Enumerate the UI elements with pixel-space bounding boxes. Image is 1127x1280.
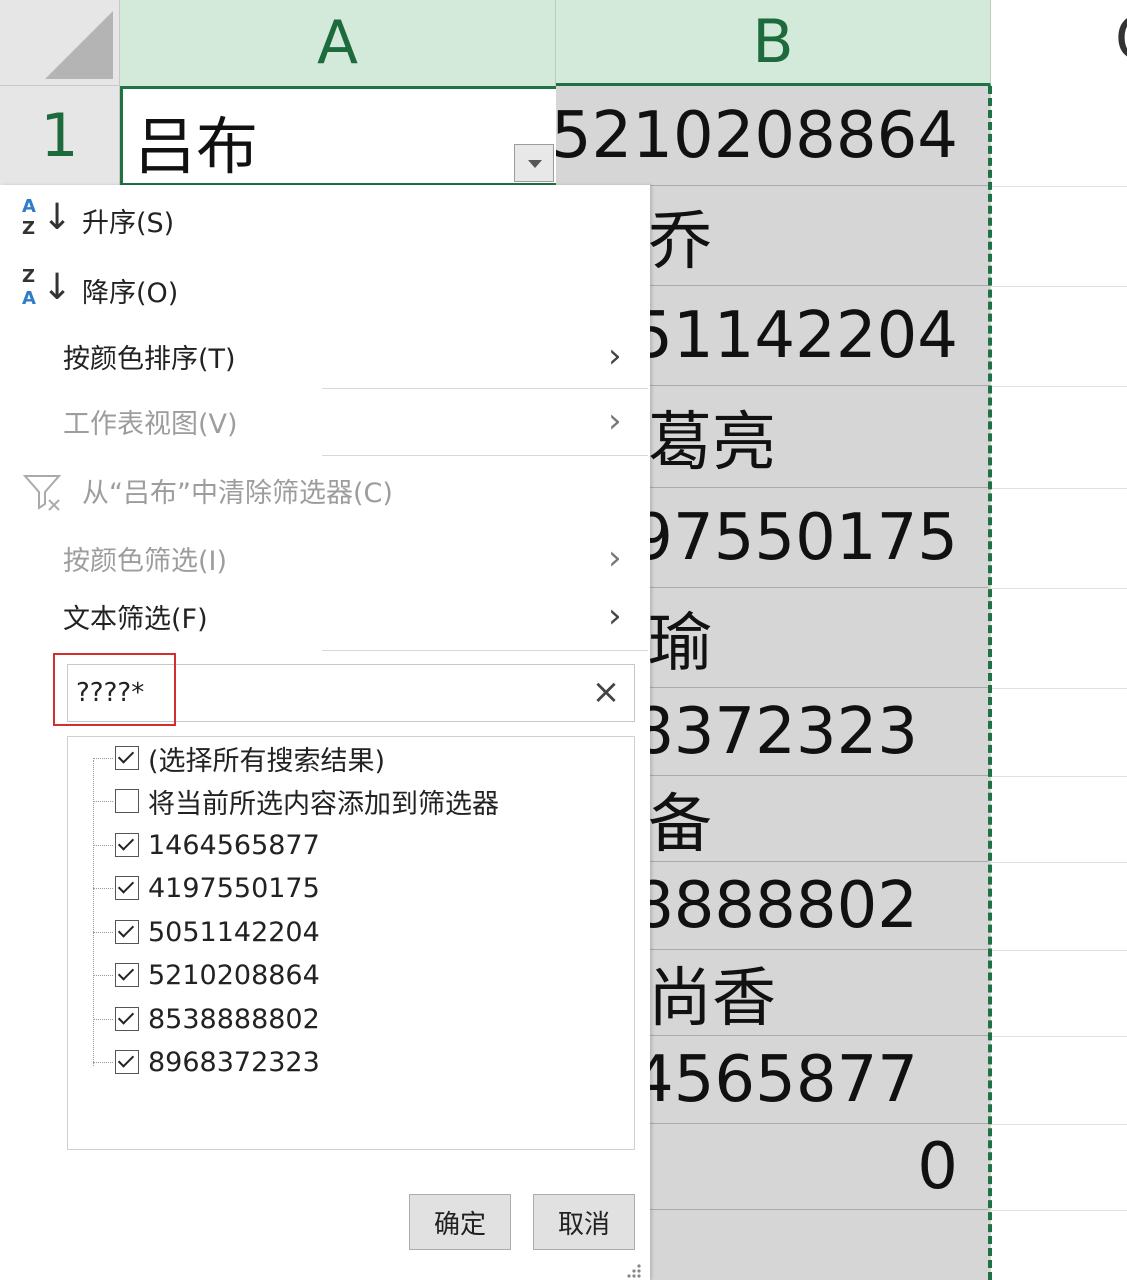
checkbox[interactable] — [115, 920, 139, 944]
list-item-label: 8538888802 — [148, 1003, 320, 1035]
list-item[interactable]: 4197550175 — [93, 868, 320, 908]
sort-ascending-icon: A Z ↓ — [22, 196, 73, 239]
list-item[interactable]: 8968372323 — [93, 1042, 320, 1082]
list-item[interactable]: 将当前所选内容添加到筛选器 — [93, 781, 499, 821]
clear-search-icon[interactable]: × — [588, 672, 624, 712]
row-header-1-label: 1 — [40, 101, 79, 171]
select-all-triangle-icon — [45, 11, 113, 79]
cancel-button[interactable]: 取消 — [533, 1194, 635, 1250]
list-item-label: 1464565877 — [148, 829, 320, 861]
menu-sort-ascending[interactable]: A Z ↓ 升序(S) — [0, 190, 650, 250]
checkbox[interactable] — [115, 963, 139, 987]
list-item-label: (选择所有搜索结果) — [148, 745, 386, 777]
menu-clear-filter: 从“吕布”中清除筛选器(C) — [0, 460, 650, 520]
column-header-b-label: B — [752, 6, 794, 77]
list-item[interactable]: 1464565877 — [93, 825, 320, 865]
menu-filter-by-color: 按颜色筛选(I) › — [0, 528, 650, 588]
checkbox[interactable] — [115, 833, 139, 857]
menu-sort-descending[interactable]: Z A ↓ 降序(O) — [0, 260, 650, 320]
sort-descending-icon: Z A ↓ — [22, 266, 73, 309]
gridline — [991, 1210, 1127, 1211]
column-header-c[interactable]: C — [991, 0, 1127, 86]
checkbox[interactable] — [115, 876, 139, 900]
filter-dropdown-button[interactable] — [514, 144, 554, 182]
annotation-highlight-box — [53, 653, 176, 726]
list-item-label: 5051142204 — [148, 916, 320, 948]
list-item[interactable]: 5051142204 — [93, 912, 320, 952]
gridline — [991, 488, 1127, 489]
menu-divider — [322, 650, 648, 651]
list-item-label: 8968372323 — [148, 1046, 320, 1078]
list-item[interactable]: (选择所有搜索结果) — [93, 738, 385, 778]
chevron-right-icon: › — [608, 401, 622, 441]
column-header-a[interactable]: A — [120, 0, 556, 86]
menu-text-filter-label: 文本筛选(F) — [63, 603, 208, 635]
list-item-label: 将当前所选内容添加到筛选器 — [148, 788, 499, 820]
menu-sheet-view: 工作表视图(V) › — [0, 391, 650, 451]
chevron-right-icon: › — [608, 596, 622, 636]
menu-clear-filter-label: 从“吕布”中清除筛选器(C) — [82, 477, 393, 509]
gridline — [991, 1036, 1127, 1037]
gridline — [991, 286, 1127, 287]
list-item-label: 4197550175 — [148, 872, 320, 904]
gridline — [991, 688, 1127, 689]
gridline — [991, 776, 1127, 777]
menu-sort-descending-label: 降序(O) — [82, 277, 179, 309]
menu-divider — [322, 388, 648, 389]
clear-filter-icon — [22, 475, 62, 511]
menu-sort-by-color-label: 按颜色排序(T) — [63, 343, 236, 375]
list-item-label: 5210208864 — [148, 959, 320, 991]
gridline — [991, 386, 1127, 387]
checkbox[interactable] — [115, 746, 139, 770]
list-item[interactable]: 5210208864 — [93, 955, 320, 995]
gridline — [991, 862, 1127, 863]
chevron-right-icon: › — [608, 538, 622, 578]
checkbox[interactable] — [115, 1007, 139, 1031]
chevron-right-icon: › — [608, 336, 622, 376]
row-header-1[interactable]: 1 — [0, 86, 120, 186]
cell-a1-value: 吕布 — [134, 110, 259, 183]
menu-sheet-view-label: 工作表视图(V) — [63, 408, 238, 440]
gridline — [991, 1124, 1127, 1125]
checkbox[interactable] — [115, 1050, 139, 1074]
resize-grip-icon[interactable] — [624, 1262, 644, 1280]
cell-b1[interactable]: 5210208864 — [556, 86, 988, 186]
menu-text-filter[interactable]: 文本筛选(F) › — [0, 586, 650, 646]
gridline — [991, 186, 1127, 187]
menu-divider — [322, 455, 648, 456]
copy-marquee-border — [988, 86, 992, 1280]
column-c-cells[interactable] — [991, 86, 1127, 1280]
list-item[interactable]: 8538888802 — [93, 999, 320, 1039]
gridline — [991, 950, 1127, 951]
menu-sort-by-color[interactable]: 按颜色排序(T) › — [0, 326, 650, 386]
select-all-corner[interactable] — [0, 0, 120, 86]
menu-filter-by-color-label: 按颜色筛选(I) — [63, 545, 228, 577]
column-header-a-label: A — [316, 8, 359, 78]
ok-button[interactable]: 确定 — [409, 1194, 511, 1250]
column-header-b[interactable]: B — [556, 0, 991, 86]
menu-sort-ascending-label: 升序(S) — [82, 207, 175, 239]
gridline — [991, 588, 1127, 589]
checkbox[interactable] — [115, 789, 139, 813]
column-header-c-label: C — [1115, 4, 1127, 74]
